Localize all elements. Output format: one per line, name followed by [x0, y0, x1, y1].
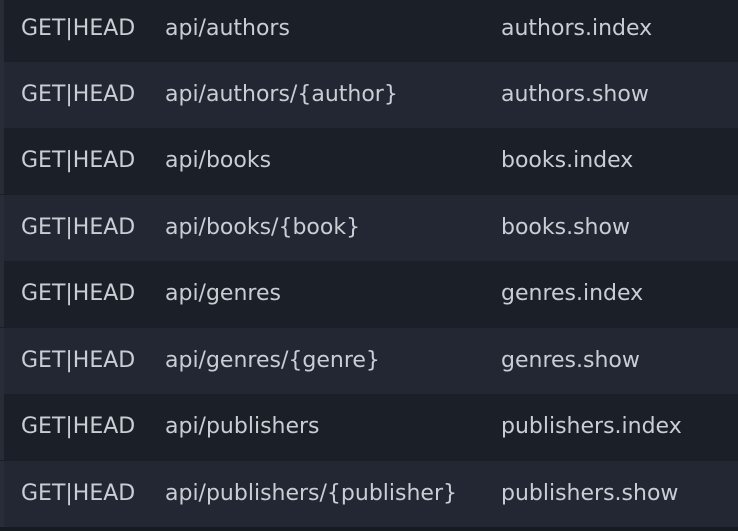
- route-name: publishers.show: [501, 481, 679, 506]
- route-name: books.index: [501, 148, 634, 173]
- table-row: GET|HEAD api/books/{book} books.show: [0, 195, 738, 261]
- table-row: GET|HEAD api/genres/{genre} genres.show: [0, 328, 738, 394]
- route-method: GET|HEAD: [21, 148, 136, 173]
- route-method: GET|HEAD: [21, 414, 136, 439]
- route-uri: api/publishers: [165, 414, 320, 439]
- route-method: GET|HEAD: [21, 281, 136, 306]
- route-name: genres.show: [501, 348, 640, 373]
- route-method: GET|HEAD: [21, 215, 136, 240]
- route-method: GET|HEAD: [21, 82, 136, 107]
- route-method: GET|HEAD: [21, 348, 136, 373]
- route-name: authors.show: [501, 82, 649, 107]
- table-row: GET|HEAD api/publishers publishers.index: [0, 394, 738, 460]
- route-uri: api/genres/{genre}: [165, 348, 380, 373]
- route-method: GET|HEAD: [21, 16, 136, 41]
- table-row: GET|HEAD api/publishers/{publisher} publ…: [0, 461, 738, 527]
- route-list-table: GET|HEAD api/authors authors.index GET|H…: [0, 0, 738, 531]
- table-row: GET|HEAD api/books books.index: [0, 128, 738, 194]
- route-uri: api/books: [165, 148, 272, 173]
- route-method: GET|HEAD: [21, 481, 136, 506]
- route-name: publishers.index: [501, 414, 682, 439]
- route-uri: api/books/{book}: [165, 215, 361, 240]
- route-name: authors.index: [501, 16, 653, 41]
- route-uri: api/authors/{author}: [165, 82, 398, 107]
- table-row: GET|HEAD api/authors/{author} authors.sh…: [0, 62, 738, 128]
- table-row: GET|HEAD api/genres genres.index: [0, 261, 738, 327]
- route-uri: api/publishers/{publisher}: [165, 481, 458, 506]
- route-name: books.show: [501, 215, 630, 240]
- table-row: GET|HEAD api/authors authors.index: [0, 0, 738, 62]
- route-uri: api/genres: [165, 281, 281, 306]
- table-bottom-border: [0, 527, 738, 531]
- route-name: genres.index: [501, 281, 644, 306]
- route-uri: api/authors: [165, 16, 290, 41]
